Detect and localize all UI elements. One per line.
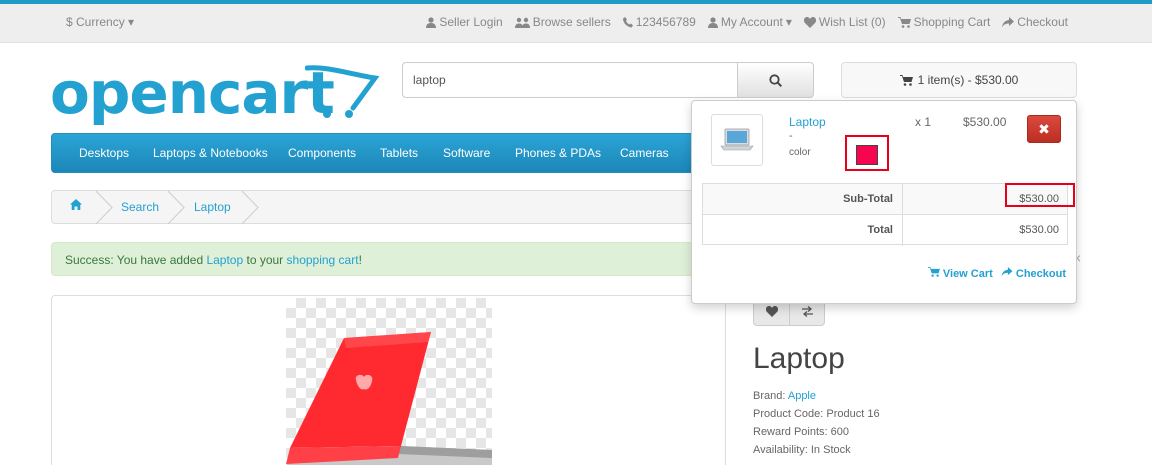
cart-dropdown: Laptop - color x 1 $530.00 ✖ Sub-Total $… — [691, 100, 1077, 304]
alert-cart-link[interactable]: shopping cart — [287, 253, 359, 267]
menu-item-tablets[interactable]: Tablets — [380, 146, 418, 160]
home-icon — [70, 199, 82, 210]
cart-dropdown-links: View Cart Checkout — [927, 267, 1066, 280]
checkout-link[interactable]: Checkout — [1002, 15, 1068, 29]
cart-item-option-label: color — [789, 147, 811, 158]
caret-down-icon: ▾ — [128, 15, 135, 29]
phone-label: 123456789 — [635, 15, 696, 29]
menu-item-components[interactable]: Components — [288, 146, 356, 160]
menu-item-software[interactable]: Software — [443, 146, 490, 160]
success-alert: Success: You have added Laptop to your s… — [51, 242, 741, 276]
wish-list-link[interactable]: Wish List (0) — [803, 15, 886, 29]
cart-icon — [927, 267, 940, 277]
cart-item-thumbnail[interactable] — [711, 114, 763, 166]
share-icon — [1001, 267, 1013, 277]
checkout-link-dropdown[interactable]: Checkout — [1001, 267, 1066, 280]
seller-login-link[interactable]: Seller Login — [426, 15, 503, 29]
search-button[interactable] — [737, 62, 814, 98]
caret-down-icon: ▾ — [785, 15, 792, 29]
menu-item-cameras[interactable]: Cameras — [620, 146, 669, 160]
cart-item-name[interactable]: Laptop — [789, 115, 826, 129]
color-swatch-highlight — [845, 135, 889, 171]
product-info: Brand: Apple Product Code: Product 16 Re… — [753, 387, 880, 459]
laptop-image — [286, 332, 492, 465]
phone-icon — [622, 16, 633, 27]
seller-login-label: Seller Login — [439, 15, 503, 29]
remove-item-button[interactable]: ✖ — [1027, 115, 1061, 143]
alert-product-link[interactable]: Laptop — [206, 253, 243, 267]
cart-icon — [899, 74, 913, 86]
reward-points: Reward Points: 600 — [753, 426, 849, 438]
cart-icon — [897, 16, 911, 28]
alert-text: to your — [243, 253, 287, 267]
cart-total-label: 1 item(s) - $530.00 — [917, 73, 1019, 87]
shopping-cart-label: Shopping Cart — [913, 15, 991, 29]
search-icon — [769, 73, 782, 87]
cart-item-price: $530.00 — [963, 115, 1007, 129]
breadcrumb-separator — [167, 191, 185, 224]
shopping-cart-link[interactable]: Shopping Cart — [897, 15, 991, 29]
product-brand-row: Brand: Apple — [753, 387, 880, 405]
total-row: Total $530.00 — [703, 215, 1067, 246]
logo-cart-icon — [305, 65, 380, 118]
main-menu: Desktops Laptops & Notebooks Components … — [51, 133, 711, 173]
product-image[interactable] — [286, 298, 492, 465]
users-icon — [514, 17, 530, 28]
breadcrumb: Search Laptop — [51, 190, 731, 224]
brand-link[interactable]: Apple — [788, 390, 816, 402]
breadcrumb-search[interactable]: Search — [121, 200, 159, 214]
subtotal-label: Sub-Total — [843, 193, 893, 205]
store-logo[interactable]: opencart — [50, 60, 380, 128]
breadcrumb-separator — [241, 191, 259, 224]
cart-button[interactable]: 1 item(s) - $530.00 — [841, 62, 1077, 98]
exchange-icon — [802, 305, 813, 317]
close-icon: ✖ — [1038, 120, 1050, 137]
subtotal-highlight — [1005, 183, 1075, 207]
currency-dropdown[interactable]: $ Currency ▾ — [66, 15, 134, 29]
wish-list-label: Wish List (0) — [818, 15, 886, 29]
my-account-label: My Account — [720, 15, 783, 29]
total-label: Total — [867, 224, 893, 236]
checkout-dropdown-label: Checkout — [1015, 268, 1066, 280]
cart-item-qty: x 1 — [915, 115, 932, 129]
heart-icon — [765, 305, 778, 317]
view-cart-label: View Cart — [942, 268, 993, 280]
top-bar: $ Currency ▾ Seller Login Browse sellers… — [0, 4, 1152, 43]
alert-text: ! — [358, 253, 362, 267]
availability: Availability: In Stock — [753, 444, 851, 456]
table-divider — [902, 184, 903, 215]
alert-text: Success: You have added — [65, 253, 207, 267]
menu-item-laptops[interactable]: Laptops & Notebooks — [153, 146, 268, 160]
user-icon — [707, 16, 718, 28]
table-divider — [902, 215, 903, 246]
currency-label: $ Currency — [66, 15, 125, 29]
menu-item-desktops[interactable]: Desktops — [79, 146, 129, 160]
breadcrumb-laptop[interactable]: Laptop — [194, 200, 231, 214]
browse-sellers-link[interactable]: Browse sellers — [514, 15, 611, 29]
breadcrumb-home[interactable] — [70, 199, 82, 213]
user-icon — [426, 16, 437, 28]
heart-icon — [803, 16, 816, 28]
view-cart-link[interactable]: View Cart — [927, 267, 993, 280]
brand-label: Brand: — [753, 390, 788, 402]
logo-text: opencart — [50, 59, 335, 127]
menu-item-phones[interactable]: Phones & PDAs — [515, 146, 601, 160]
checkout-label: Checkout — [1017, 15, 1068, 29]
color-swatch — [856, 145, 878, 165]
laptop-thumbnail-icon — [720, 128, 754, 151]
search-bar — [402, 62, 814, 98]
browse-sellers-label: Browse sellers — [532, 15, 611, 29]
cart-item-dash: - — [789, 130, 793, 142]
search-input[interactable] — [402, 62, 738, 98]
top-links: Seller Login Browse sellers 123456789 My… — [426, 15, 1068, 29]
product-title: Laptop — [753, 342, 845, 375]
breadcrumb-separator — [95, 191, 113, 224]
share-icon — [1002, 16, 1015, 27]
my-account-dropdown[interactable]: My Account ▾ — [707, 15, 792, 29]
phone-link[interactable]: 123456789 — [622, 15, 696, 29]
product-code: Product Code: Product 16 — [753, 408, 880, 420]
total-value: $530.00 — [1019, 224, 1059, 236]
